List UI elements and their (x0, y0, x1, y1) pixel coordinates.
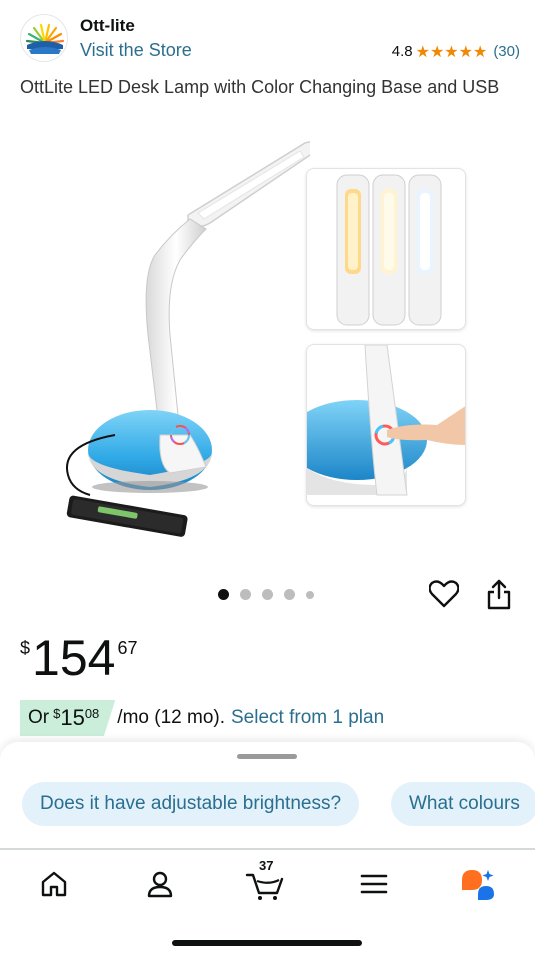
rating-count[interactable]: (30) (493, 43, 520, 60)
rating-summary[interactable]: 4.8 ★★★★★ (30) (392, 42, 520, 61)
account-icon[interactable] (140, 864, 180, 904)
star-rating-icon: ★★★★★ (415, 42, 488, 61)
carousel-dot[interactable] (218, 589, 229, 600)
suggested-question-chip[interactable]: Does it have adjustable brightness? (22, 782, 360, 826)
sheet-grabber-handle[interactable] (237, 754, 297, 759)
question-suggestions-sheet: Does it have adjustable brightness? What… (0, 742, 535, 852)
rating-value: 4.8 (391, 43, 413, 60)
suggested-question-chip[interactable]: What colours (391, 782, 535, 826)
product-price: $ 154 67 (20, 630, 137, 686)
home-icon[interactable] (34, 864, 74, 904)
image-carousel-indicator (218, 589, 314, 600)
product-image-main[interactable] (20, 135, 318, 555)
monthly-payment-offer: Or $ 15 08 /mo (12 mo). Select from 1 pl… (20, 700, 384, 736)
brand-logo[interactable] (20, 14, 68, 62)
carousel-dot[interactable] (262, 589, 273, 600)
carousel-dot[interactable] (284, 589, 295, 600)
visit-store-link[interactable]: Visit the Store (80, 40, 192, 61)
menu-icon[interactable] (354, 864, 394, 904)
product-title: OttLite LED Desk Lamp with Color Changin… (20, 77, 500, 97)
carousel-dot[interactable] (306, 590, 314, 599)
home-indicator[interactable] (172, 940, 362, 946)
price-whole: 154 (32, 630, 116, 686)
brand-header: Ott-lite Visit the Store 4.8 ★★★★★ (30) (20, 14, 520, 64)
heart-icon[interactable] (428, 580, 460, 608)
carousel-dot[interactable] (240, 589, 251, 600)
monthly-prefix: Or (28, 707, 50, 728)
monthly-term: /mo (12 mo). (117, 707, 225, 728)
product-thumbnail-light-tones[interactable] (306, 168, 466, 330)
product-thumbnail-touch-control[interactable] (306, 344, 466, 506)
monthly-whole: 15 (60, 705, 85, 730)
monthly-price-badge: Or $ 15 08 (20, 700, 116, 736)
rufus-ai-icon[interactable] (458, 864, 498, 904)
monthly-fraction: 08 (84, 706, 100, 721)
monthly-currency: $ (53, 706, 61, 721)
select-plan-link[interactable]: Select from 1 plan (231, 707, 384, 729)
brand-name[interactable]: Ott-lite (80, 16, 135, 36)
price-fraction: 67 (117, 638, 138, 658)
share-icon[interactable] (486, 578, 512, 610)
cart-count-badge: 37 (259, 858, 274, 873)
price-currency: $ (20, 638, 31, 658)
